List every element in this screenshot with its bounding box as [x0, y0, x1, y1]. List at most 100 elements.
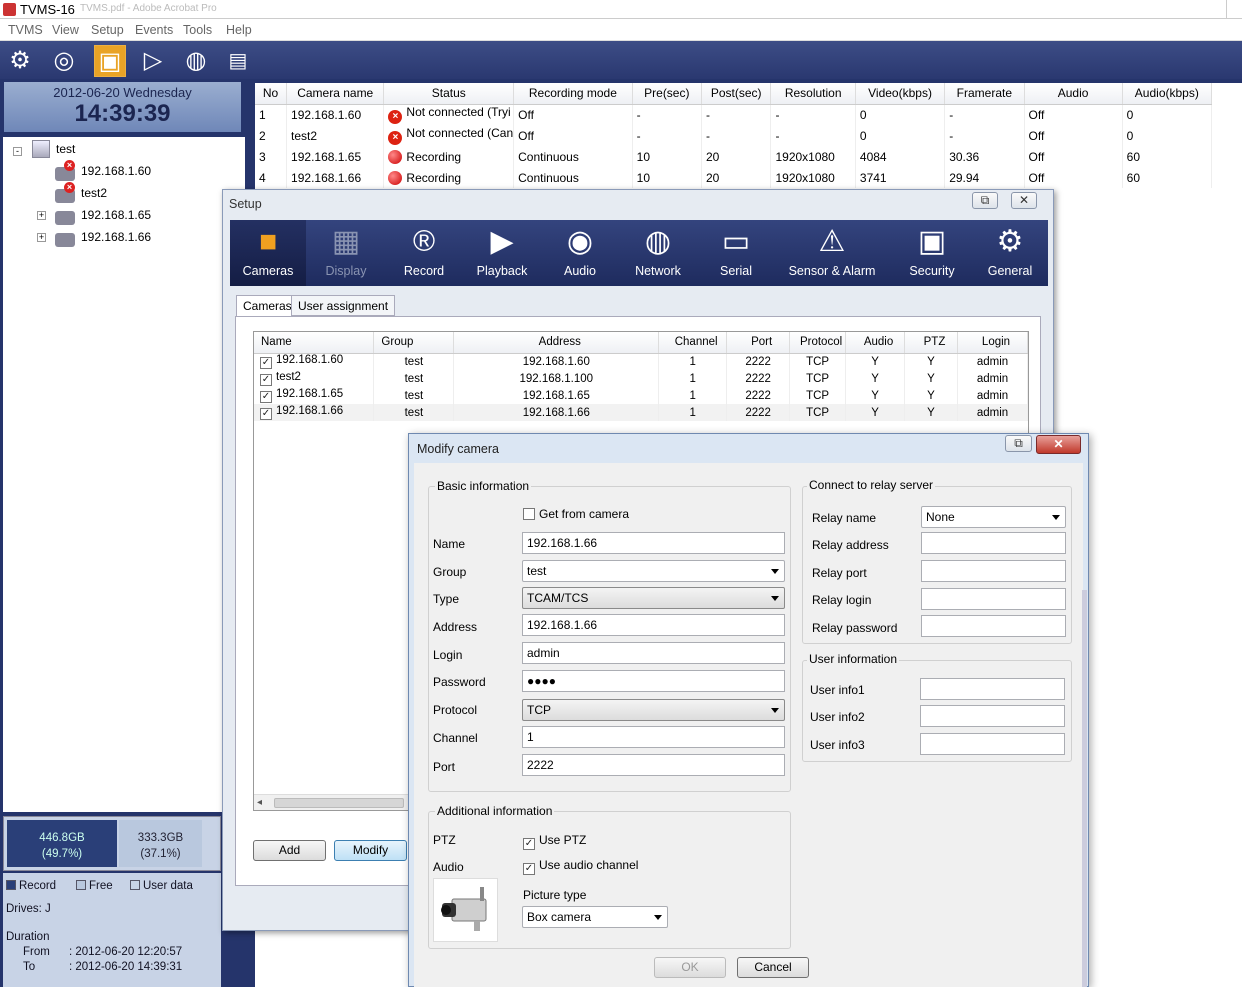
user-info2-field[interactable] — [920, 705, 1065, 727]
clock-panel: 2012-06-20 Wednesday 14:39:39 — [4, 82, 241, 132]
address-label: Address — [433, 620, 478, 634]
col-audio[interactable]: Audio — [1024, 83, 1123, 105]
row-checkbox[interactable]: ✓ — [260, 408, 272, 420]
tree-root[interactable]: test — [56, 142, 75, 156]
menu-tools[interactable]: Tools — [183, 23, 212, 37]
tree-item[interactable]: 192.168.1.60 — [81, 164, 151, 178]
nav-serial[interactable]: ▭ Serial — [698, 220, 774, 286]
channel-field[interactable]: 1 — [522, 726, 785, 748]
menu-view[interactable]: View — [52, 23, 79, 37]
user-info1-field[interactable] — [920, 678, 1065, 700]
tree-item[interactable]: 192.168.1.66 — [81, 230, 151, 244]
use-audio-checkbox[interactable]: ✓ — [523, 863, 535, 875]
col-video-kbps[interactable]: Video(kbps) — [855, 83, 946, 105]
col-resolution[interactable]: Resolution — [770, 83, 856, 105]
restore-button[interactable]: ⧉ — [972, 192, 998, 209]
add-button[interactable]: Add — [253, 840, 326, 861]
col-audio-kbps[interactable]: Audio(kbps) — [1122, 83, 1213, 105]
nav-display[interactable]: ▦ Display — [308, 220, 384, 286]
table-row[interactable]: ✓ 192.168.1.66 test 192.168.1.66 1 2222 T… — [254, 404, 1029, 421]
col-framerate[interactable]: Framerate — [944, 83, 1025, 105]
protocol-select[interactable]: TCP — [522, 699, 785, 721]
table-row[interactable]: 4 192.168.1.66 Recording Continuous 10 2… — [255, 167, 1213, 188]
login-field[interactable]: admin — [522, 642, 785, 664]
title-bar: TVMS-16 TVMS.pdf - Adobe Acrobat Pro — [0, 0, 1242, 19]
nav-network[interactable]: ◍ Network — [620, 220, 696, 286]
expand-toggle[interactable]: + — [37, 233, 46, 242]
table-row[interactable]: 1 192.168.1.60 × Not connected (Tryi Off … — [255, 104, 1213, 125]
nav-audio[interactable]: ◉ Audio — [542, 220, 618, 286]
get-from-camera-checkbox[interactable] — [523, 508, 535, 520]
nav-playback[interactable]: ▶ Playback — [464, 220, 540, 286]
picture-type-select[interactable]: Box camera — [522, 906, 668, 928]
grid-header: No Camera name Status Recording mode Pre… — [255, 83, 1213, 105]
chevron-down-icon — [771, 708, 779, 713]
menu-events[interactable]: Events — [135, 23, 173, 37]
use-ptz-checkbox[interactable]: ✓ — [523, 838, 535, 850]
use-audio[interactable]: ✓ Use audio channel — [523, 858, 638, 875]
film-icon[interactable]: ▣ — [94, 45, 126, 77]
name-field[interactable]: 192.168.1.66 — [522, 532, 785, 554]
get-from-camera[interactable]: Get from camera — [523, 507, 629, 521]
scroll-thumb[interactable] — [274, 798, 404, 808]
window-control[interactable] — [1226, 0, 1240, 18]
document-icon[interactable]: ▤ — [222, 45, 254, 77]
col-post[interactable]: Post(sec) — [701, 83, 772, 105]
to-label: To — [23, 961, 36, 973]
col-status[interactable]: Status — [383, 83, 515, 105]
ok-button[interactable]: OK — [654, 957, 726, 978]
nav-general[interactable]: ⚙ General — [972, 220, 1048, 286]
modify-button[interactable]: Modify — [334, 840, 407, 861]
restore-button[interactable]: ⧉ — [1005, 435, 1032, 452]
nav-sensor-alarm[interactable]: ⚠ Sensor & Alarm — [778, 220, 886, 286]
relay-address-field[interactable] — [921, 532, 1066, 554]
gear-icon[interactable]: ⚙ — [4, 45, 36, 77]
menu-tvms[interactable]: TVMS — [8, 23, 43, 37]
relay-name-select[interactable]: None — [921, 506, 1066, 528]
col-pre[interactable]: Pre(sec) — [632, 83, 702, 105]
close-button[interactable]: ✕ — [1011, 192, 1037, 209]
row-checkbox[interactable]: ✓ — [260, 391, 272, 403]
row-checkbox[interactable]: ✓ — [260, 357, 272, 370]
tab-cameras[interactable]: Cameras — [236, 295, 299, 317]
col-recording-mode[interactable]: Recording mode — [513, 83, 633, 105]
table-row[interactable]: ✓ test2 test 192.168.1.100 1 2222 TCP Y Y… — [254, 370, 1029, 387]
vertical-scrollbar[interactable] — [1082, 590, 1087, 987]
col-no[interactable]: No — [255, 83, 288, 105]
scroll-left-icon[interactable]: ◂ — [257, 797, 262, 808]
nav-record[interactable]: ® Record — [386, 220, 462, 286]
group-select[interactable]: test — [522, 560, 785, 582]
relay-port-field[interactable] — [921, 560, 1066, 582]
col-camera-name[interactable]: Camera name — [286, 83, 385, 105]
relay-password-field[interactable] — [921, 615, 1066, 637]
table-row[interactable]: ✓ 192.168.1.60 test 192.168.1.60 1 2222 T… — [254, 353, 1029, 370]
storage-free: 333.3GB (37.1%) — [119, 820, 202, 867]
collapse-toggle[interactable]: - — [13, 147, 22, 156]
table-row[interactable]: ✓ 192.168.1.65 test 192.168.1.65 1 2222 T… — [254, 387, 1029, 404]
password-field[interactable]: ●●●● — [522, 670, 785, 692]
background-window-title: TVMS.pdf - Adobe Acrobat Pro — [80, 3, 217, 14]
globe-icon[interactable]: ◍ — [180, 45, 212, 77]
row-checkbox[interactable]: ✓ — [260, 374, 272, 386]
table-row[interactable]: 2 test2 × Not connected (Can Off - - - 0 … — [255, 125, 1213, 146]
type-select[interactable]: TCAM/TCS — [522, 587, 785, 609]
relay-login-field[interactable] — [921, 588, 1066, 610]
tree-item[interactable]: 192.168.1.65 — [81, 208, 151, 222]
nav-cameras[interactable]: ■ Cameras — [230, 220, 306, 286]
tree-item[interactable]: test2 — [81, 186, 107, 200]
port-field[interactable]: 2222 — [522, 754, 785, 776]
error-icon: × — [64, 160, 75, 171]
disk-icon[interactable]: ◎ — [48, 45, 80, 77]
address-field[interactable]: 192.168.1.66 — [522, 614, 785, 636]
nav-security[interactable]: ▣ Security — [894, 220, 970, 286]
use-ptz[interactable]: ✓ Use PTZ — [523, 833, 586, 850]
user-info3-field[interactable] — [920, 733, 1065, 755]
cancel-button[interactable]: Cancel — [737, 957, 809, 978]
table-row[interactable]: 3 192.168.1.65 Recording Continuous 10 2… — [255, 146, 1213, 167]
menu-setup[interactable]: Setup — [91, 23, 124, 37]
expand-toggle[interactable]: + — [37, 211, 46, 220]
close-button[interactable]: ✕ — [1036, 435, 1081, 454]
menu-help[interactable]: Help — [226, 23, 252, 37]
play-icon[interactable]: ▷ — [137, 45, 169, 77]
tab-user-assignment[interactable]: User assignment — [291, 295, 396, 316]
